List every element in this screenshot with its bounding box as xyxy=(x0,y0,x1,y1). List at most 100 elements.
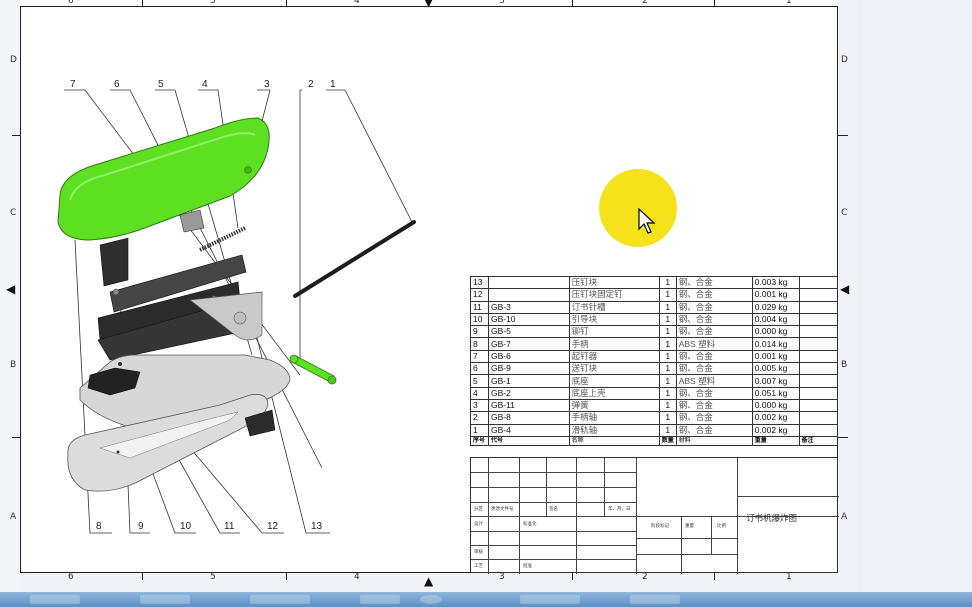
bom-cell-qty: 1 xyxy=(658,312,677,327)
bom-cell-no: 4 xyxy=(470,386,489,400)
bom-cell-no: 13 xyxy=(470,275,489,290)
bom-cell-no: 6 xyxy=(470,362,489,376)
bom-header-code: 代号 xyxy=(487,435,570,446)
right-panel xyxy=(857,0,972,592)
tb-label-checker: 审核 xyxy=(474,549,483,554)
tb-label-change-doc: 更改文件号 xyxy=(491,506,514,511)
bom-cell-material: 钢、合金 xyxy=(675,312,753,327)
bom-cell-mass: 0.051 kg xyxy=(751,386,800,400)
bom-cell-mass: 0.000 kg xyxy=(751,325,800,339)
frame-tick xyxy=(838,437,848,438)
bom-cell-material: 钢、合金 xyxy=(675,386,753,400)
bom-cell-material: ABS 塑料 xyxy=(675,337,753,351)
bom-cell-qty: 1 xyxy=(658,337,677,351)
zone-col-top-2: 2 xyxy=(642,0,648,6)
bom-cell-note xyxy=(798,411,839,425)
bom-header-no: 序号 xyxy=(470,435,489,446)
bom-cell-mass: 0.001 kg xyxy=(751,349,800,364)
table-row: 13 压钉块 1 钢、合金 0.003 kg xyxy=(470,275,839,290)
bom-cell-note xyxy=(798,288,839,302)
bom-cell-material: 钢、合金 xyxy=(675,411,753,425)
bom-cell-qty: 1 xyxy=(658,423,677,437)
bom-cell-material: ABS 塑料 xyxy=(675,374,753,388)
bom-cell-name: 起钉器 xyxy=(568,349,660,364)
bom-cell-code: GB-6 xyxy=(487,349,570,364)
zone-col-bottom-6: 6 xyxy=(68,572,74,582)
taskbar-button[interactable] xyxy=(630,595,680,604)
center-mark-bottom-icon: ▲ xyxy=(424,574,434,588)
bom-cell-name: 压钉块固定钉 xyxy=(568,288,660,302)
bom-cell-qty: 1 xyxy=(658,411,677,425)
zone-row-right-a: A xyxy=(841,512,848,522)
bom-cell-name: 手柄 xyxy=(568,337,660,351)
center-mark-left-icon: ◀ xyxy=(6,282,16,296)
bom-cell-note xyxy=(798,312,839,327)
taskbar-app-icon[interactable] xyxy=(420,595,442,604)
bom-cell-code xyxy=(487,288,570,302)
zone-row-left-d: D xyxy=(10,55,17,65)
table-row: 12 压钉块固定钉 1 钢、合金 0.001 kg xyxy=(470,288,839,302)
bom-cell-qty: 1 xyxy=(658,362,677,376)
bom-cell-mass: 0.007 kg xyxy=(751,374,800,388)
taskbar-button[interactable] xyxy=(30,595,80,604)
bom-cell-note xyxy=(798,398,839,413)
balloon-11: 11 xyxy=(224,521,235,532)
bom-cell-code xyxy=(487,275,570,290)
bom-cell-note xyxy=(798,349,839,364)
bom-cell-qty: 1 xyxy=(658,374,677,388)
bom-cell-code: GB-11 xyxy=(487,398,570,413)
balloon-2: 2 xyxy=(308,79,314,90)
bom-cell-code: GB-10 xyxy=(487,312,570,327)
taskbar-button[interactable] xyxy=(520,595,580,604)
bom-cell-material: 钢、合金 xyxy=(675,325,753,339)
zone-row-left-b: B xyxy=(10,360,17,370)
bom-cell-code: GB-4 xyxy=(487,423,570,437)
bom-cell-material: 钢、合金 xyxy=(675,288,753,302)
table-row: 4 GB-2 底座上壳 1 钢、合金 0.051 kg xyxy=(470,386,839,400)
zone-col-top-3: 3 xyxy=(499,0,505,6)
bom-cell-name: 压钉块 xyxy=(568,275,660,290)
zone-col-bottom-2: 2 xyxy=(642,572,648,582)
frame-tick xyxy=(286,573,287,580)
zone-row-right-c: C xyxy=(841,208,848,218)
frame-tick xyxy=(838,135,848,136)
bom-cell-no: 8 xyxy=(470,337,489,351)
bom-header-name: 名称 xyxy=(568,435,660,446)
taskbar-button[interactable] xyxy=(360,595,400,604)
bom-cell-note xyxy=(798,423,839,437)
bom-header-material: 材料 xyxy=(675,435,753,446)
taskbar-button[interactable] xyxy=(250,595,310,604)
bom-cell-no: 9 xyxy=(470,325,489,339)
bom-cell-qty: 1 xyxy=(658,325,677,339)
bom-cell-qty: 1 xyxy=(658,275,677,290)
table-row: 5 GB-1 底座 1 ABS 塑料 0.007 kg xyxy=(470,374,839,388)
bom-cell-no: 11 xyxy=(470,300,489,314)
taskbar-button[interactable] xyxy=(140,595,190,604)
frame-tick xyxy=(12,135,20,136)
bom-header-qty: 数量 xyxy=(658,435,677,446)
zone-col-bottom-1: 1 xyxy=(786,572,792,582)
mouse-pointer-icon xyxy=(638,208,656,234)
drawing-title: 订书机爆炸图 xyxy=(746,513,798,523)
bom-cell-name: 底座上壳 xyxy=(568,386,660,400)
taskbar xyxy=(0,592,972,607)
table-row: 11 GB-3 订书针槽 1 钢、合金 0.029 kg xyxy=(470,300,839,314)
bill-of-materials: 13 压钉块 1 钢、合金 0.003 kg 12 压钉块固定钉 1 钢、合金 0.001 kg 1… xyxy=(470,275,839,446)
bom-cell-name: 送钉块 xyxy=(568,362,660,376)
bom-cell-note xyxy=(798,386,839,400)
table-row: 7 GB-6 起钉器 1 钢、合金 0.001 kg xyxy=(470,349,839,364)
table-row: 8 GB-7 手柄 1 ABS 塑料 0.014 kg xyxy=(470,337,839,351)
frame-tick xyxy=(142,573,143,580)
bom-cell-mass: 0.003 kg xyxy=(751,275,800,290)
zone-row-left-c: C xyxy=(10,208,17,218)
bom-cell-no: 7 xyxy=(470,349,489,364)
bom-cell-no: 3 xyxy=(470,398,489,413)
bom-cell-mass: 0.014 kg xyxy=(751,337,800,351)
bom-cell-name: 手柄轴 xyxy=(568,411,660,425)
bom-cell-code: GB-2 xyxy=(487,386,570,400)
table-row: 3 GB-11 弹簧 1 钢、合金 0.000 kg xyxy=(470,398,839,413)
zone-row-right-d: D xyxy=(841,55,848,65)
balloon-8: 8 xyxy=(96,521,102,532)
bom-cell-qty: 1 xyxy=(658,349,677,364)
bom-cell-no: 5 xyxy=(470,374,489,388)
